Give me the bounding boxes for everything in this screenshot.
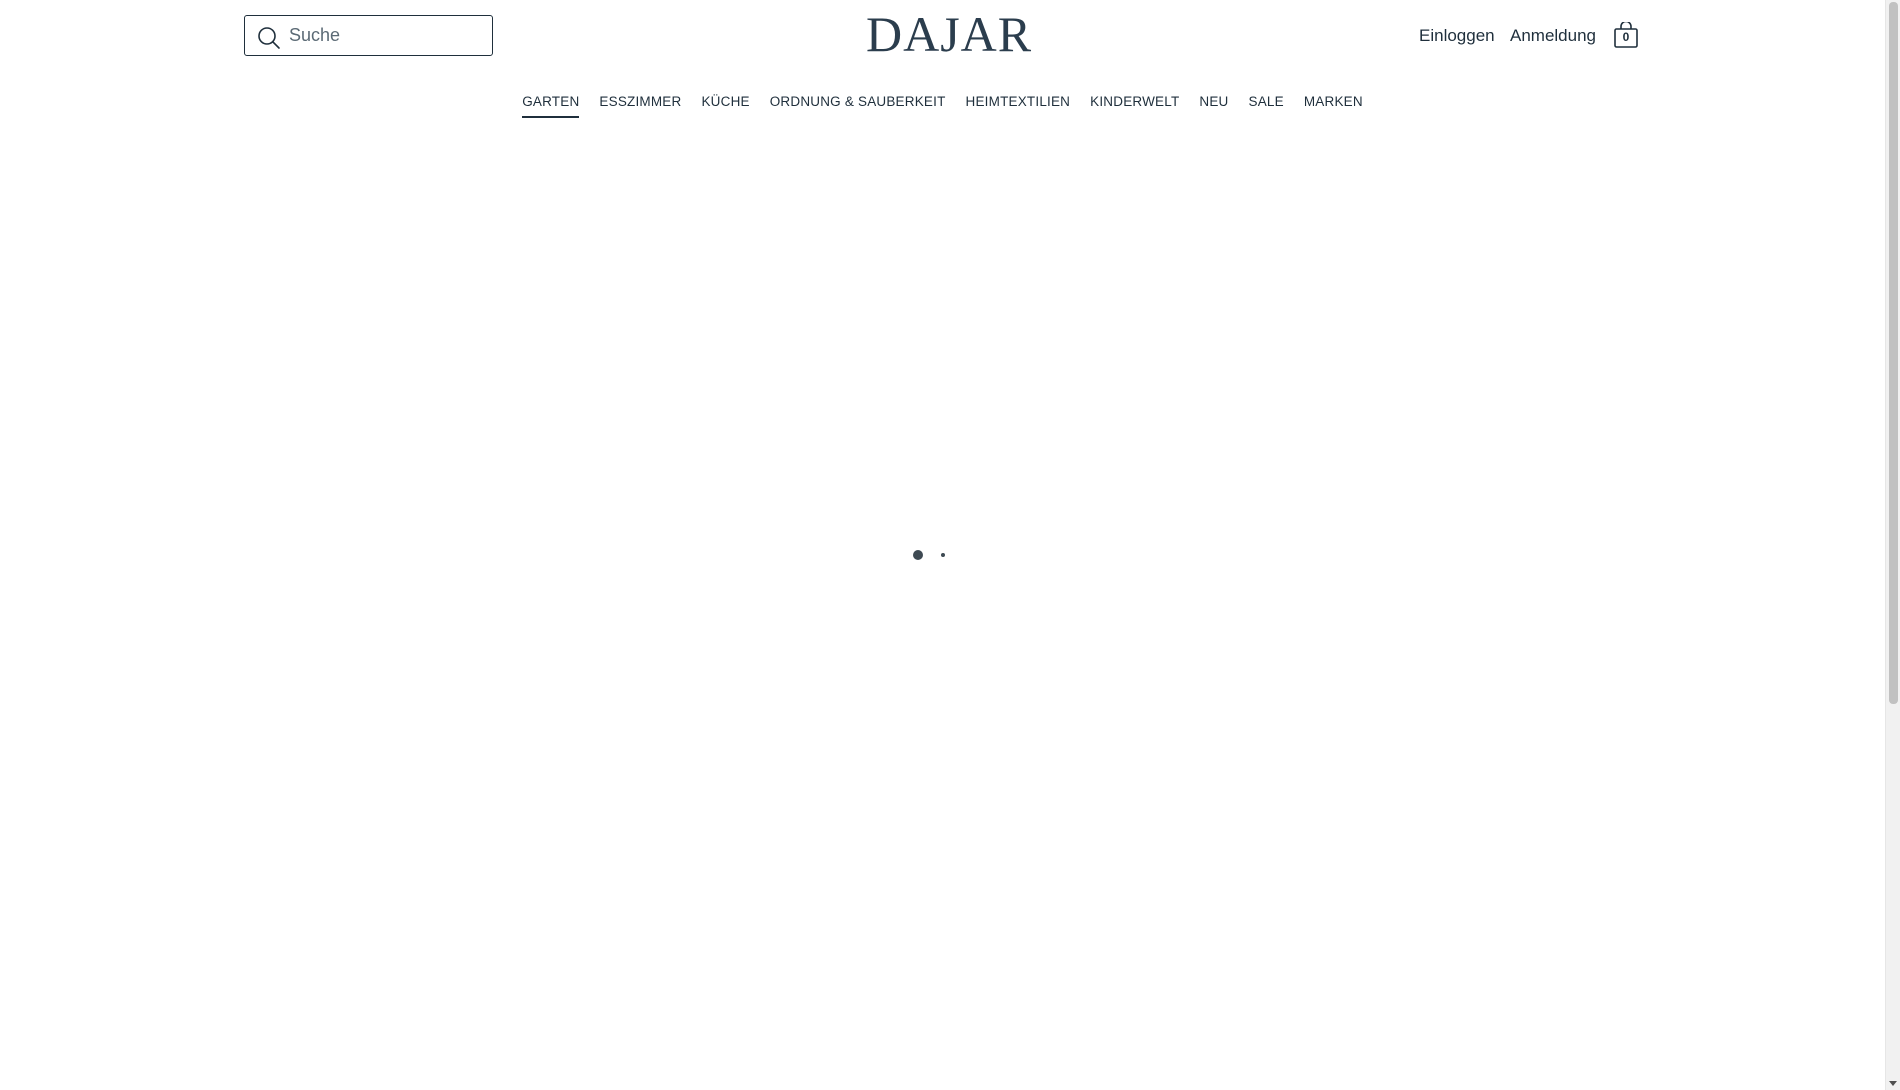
cart-count: 0 <box>1622 30 1630 44</box>
scroll-down-arrow-icon[interactable] <box>1889 1081 1897 1086</box>
nav-item-ordnung-sauberkeit[interactable]: ORDNUNG & SAUBERKEIT <box>770 92 946 118</box>
nav-item-garten[interactable]: GARTEN <box>522 92 580 118</box>
scrollbar-thumb[interactable] <box>1889 2 1898 704</box>
register-link[interactable]: Anmeldung <box>1510 24 1596 48</box>
nav-item-sale[interactable]: SALE <box>1249 92 1284 118</box>
nav-item-kinderwelt[interactable]: KINDERWELT <box>1090 92 1179 118</box>
search-box[interactable] <box>244 15 493 56</box>
nav-item-kueche[interactable]: KÜCHE <box>701 92 749 118</box>
site-logo[interactable]: DAJAR <box>866 8 1031 60</box>
search-icon[interactable] <box>257 26 281 50</box>
cart-button[interactable]: 0 <box>1613 22 1639 48</box>
page-scrollbar[interactable] <box>1885 0 1900 1090</box>
carousel-dots <box>910 548 950 562</box>
site-header: DAJAR Einloggen Anmeldung 0 <box>0 0 1885 72</box>
login-link[interactable]: Einloggen <box>1419 24 1495 48</box>
nav-item-neu[interactable]: NEU <box>1199 92 1228 118</box>
nav-item-esszimmer[interactable]: ESSZIMMER <box>599 92 681 118</box>
nav-item-marken[interactable]: MARKEN <box>1304 92 1363 118</box>
search-input[interactable] <box>289 16 484 55</box>
page: DAJAR Einloggen Anmeldung 0 GARTEN ESSZI… <box>0 0 1885 1090</box>
carousel-dot[interactable] <box>941 553 945 557</box>
carousel-dot-active[interactable] <box>913 550 923 560</box>
main-navigation: GARTEN ESSZIMMER KÜCHE ORDNUNG & SAUBERK… <box>0 92 1885 118</box>
nav-item-heimtextilien[interactable]: HEIMTEXTILIEN <box>966 92 1071 118</box>
